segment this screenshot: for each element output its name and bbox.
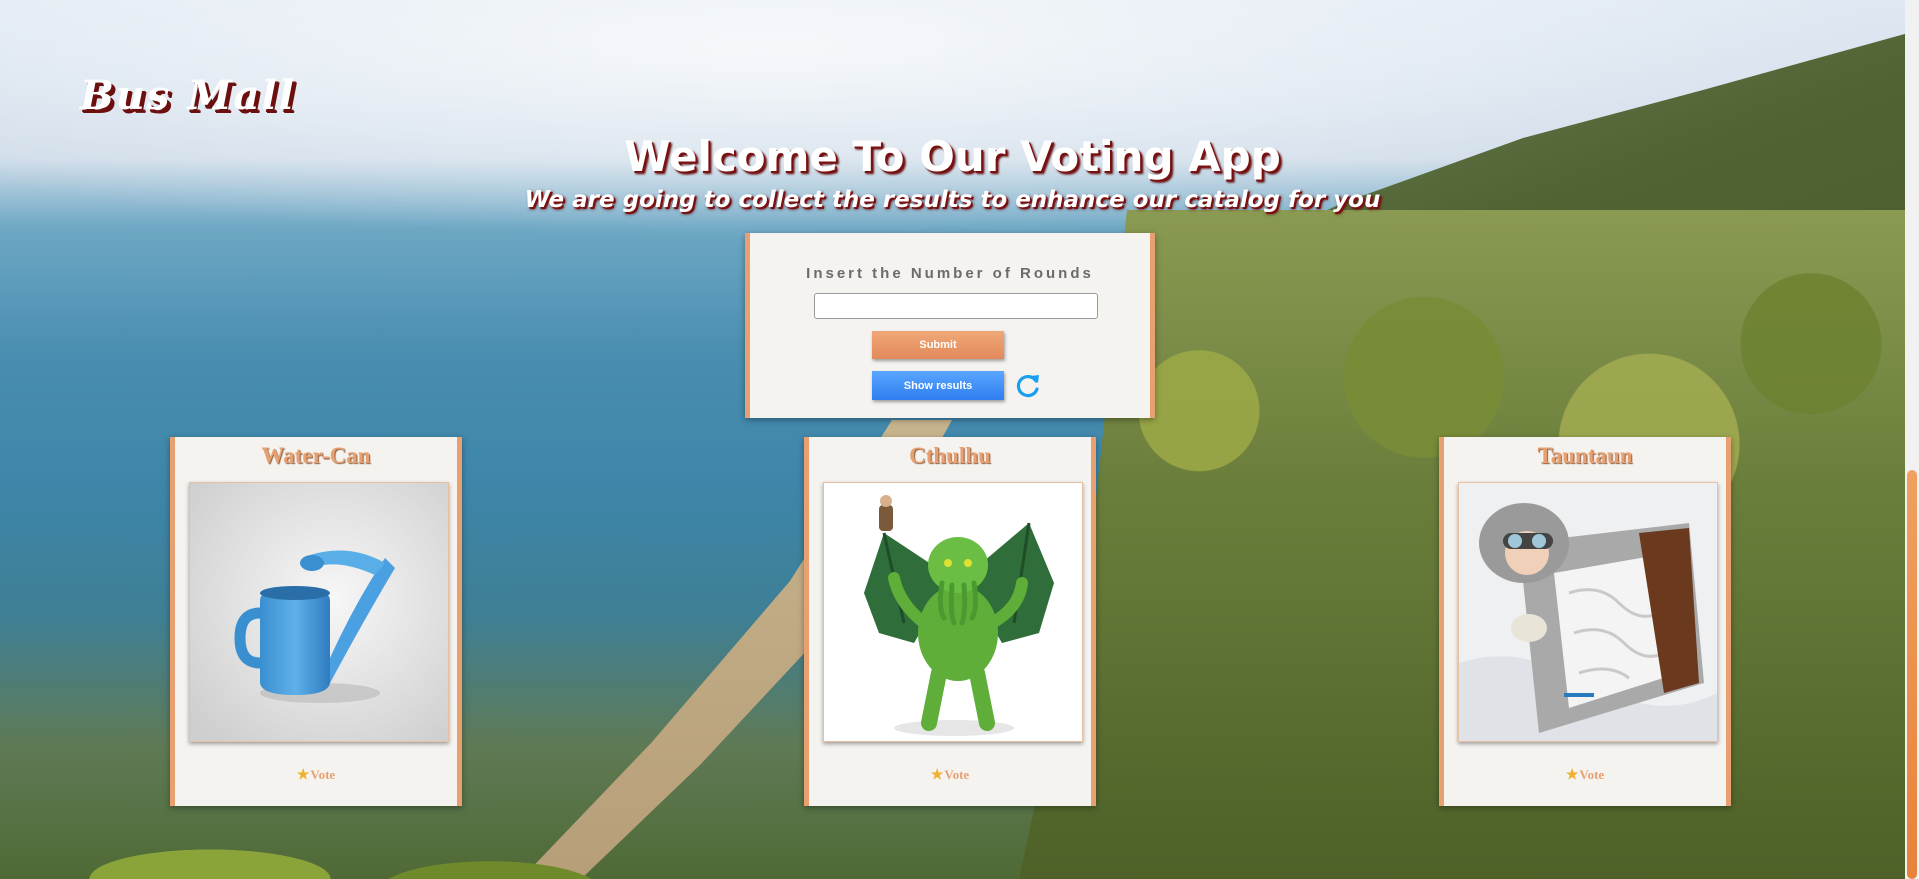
- product-card-water-can: Water-Can ★Vote: [170, 437, 462, 806]
- page-subtitle: We are going to collect the results to e…: [524, 187, 1381, 213]
- vote-label: Vote: [1579, 767, 1605, 782]
- logo: Bus Mall: [80, 72, 296, 119]
- page-scrollbar[interactable]: [1905, 0, 1919, 879]
- cthulhu-image: [824, 483, 1082, 741]
- product-card-tauntaun: Tauntaun ★Vote: [1439, 437, 1731, 806]
- rounds-form: Insert the Number of Rounds Submit Show …: [745, 233, 1155, 418]
- product-card-cthulhu: Cthulhu ★Vote: [804, 437, 1096, 806]
- scrollbar-thumb[interactable]: [1907, 470, 1917, 879]
- product-name: Cthulhu: [909, 443, 991, 468]
- vote-button[interactable]: ★Vote: [809, 767, 1091, 784]
- submit-button[interactable]: Submit: [872, 331, 1004, 359]
- vote-label: Vote: [944, 767, 970, 782]
- product-name: Water-Can: [261, 443, 371, 468]
- vote-button[interactable]: ★Vote: [175, 767, 457, 784]
- refresh-icon[interactable]: [1014, 372, 1042, 400]
- page-title: Welcome To Our Voting App: [624, 132, 1281, 181]
- star-icon: ★: [296, 768, 310, 783]
- rounds-label: Insert the Number of Rounds: [806, 265, 1094, 282]
- star-icon: ★: [930, 768, 944, 783]
- tauntaun-image: [1459, 483, 1717, 741]
- star-icon: ★: [1565, 768, 1579, 783]
- rounds-input[interactable]: [814, 293, 1098, 319]
- show-results-button[interactable]: Show results: [872, 371, 1004, 400]
- watering-can-image: [190, 483, 448, 741]
- vote-button[interactable]: ★Vote: [1444, 767, 1726, 784]
- product-image-tauntaun[interactable]: [1458, 482, 1718, 742]
- product-name: Tauntaun: [1537, 443, 1633, 468]
- product-image-cthulhu[interactable]: [823, 482, 1083, 742]
- product-image-water-can[interactable]: [189, 482, 449, 742]
- vote-label: Vote: [310, 767, 336, 782]
